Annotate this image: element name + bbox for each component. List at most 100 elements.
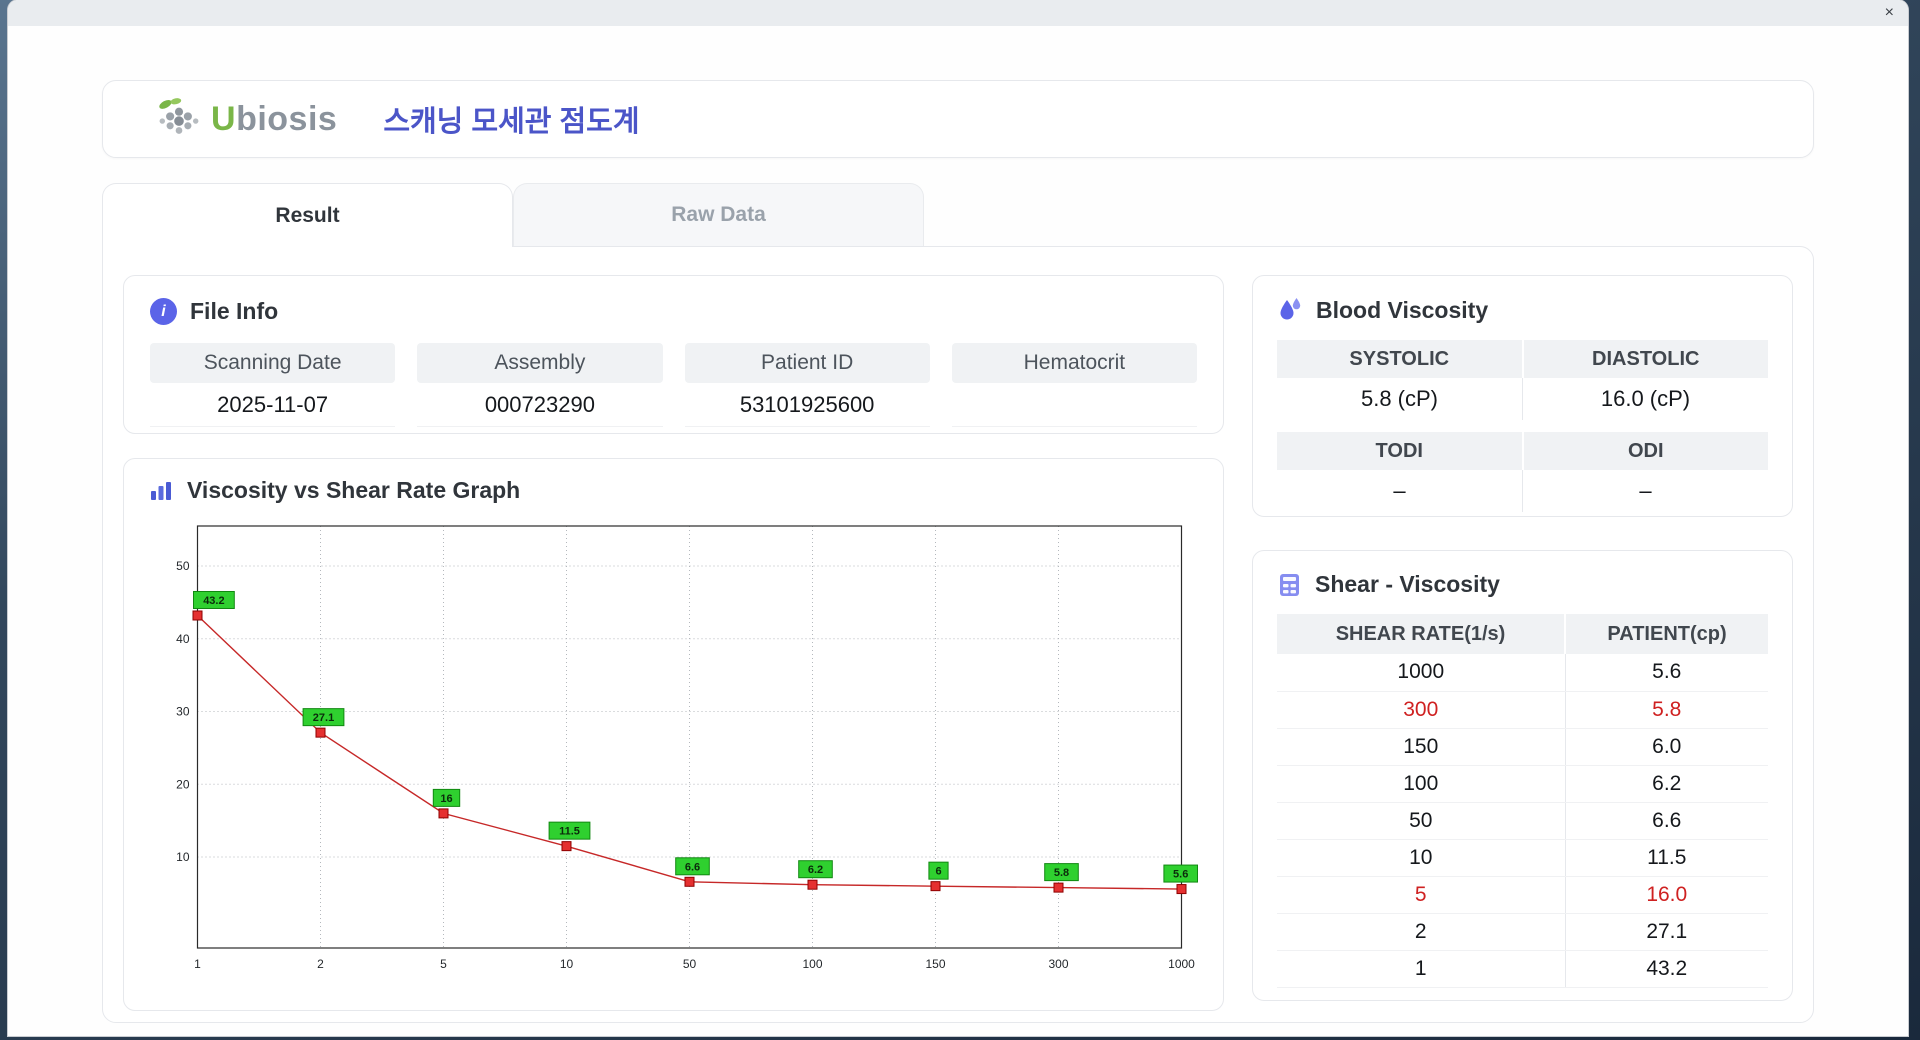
shear-row: 1 43.2 <box>1277 950 1768 988</box>
svg-text:30: 30 <box>176 705 190 719</box>
tab-result[interactable]: Result <box>102 183 513 247</box>
patient-viscosity-cell: 6.0 <box>1564 728 1768 766</box>
viscosity-shear-chart: 10 20 30 40 50 1 2 5 10 50 100 150 300 1000 43.2 27.1 16… <box>176 525 1199 971</box>
field-label: Patient ID <box>684 343 930 383</box>
table-grid-icon <box>1280 573 1299 596</box>
patient-viscosity-cell: 6.6 <box>1564 802 1768 840</box>
shear-rate-cell: 100 <box>1277 765 1566 803</box>
shear-row: 300 5.8 <box>1277 691 1768 729</box>
ubiosis-logo-icon <box>159 98 199 134</box>
field-label: Hematocrit <box>951 343 1197 383</box>
svg-text:5.8: 5.8 <box>1054 867 1069 879</box>
shear-rate-cell: 10 <box>1277 839 1566 877</box>
shear-row: 1000 5.6 <box>1277 654 1768 692</box>
app-title: 스캐닝 모세관 점도계 <box>383 106 640 138</box>
shear-rate-cell: 1 <box>1277 950 1566 988</box>
tab-raw-data[interactable]: Raw Data <box>513 183 924 246</box>
shear-table-header: SHEAR RATE(1/s) PATIENT(cp) <box>1277 614 1768 654</box>
svg-text:6.6: 6.6 <box>685 861 700 873</box>
shear-row: 5 16.0 <box>1277 876 1768 914</box>
bv-header: TODI <box>1277 432 1522 470</box>
shear-rate-cell: 150 <box>1277 728 1566 766</box>
field-label: Scanning Date <box>150 343 396 383</box>
file-info-fields: Scanning Date 2025-11-07 Assembly 000723290… <box>150 343 1197 427</box>
shear-row: 100 6.2 <box>1277 765 1768 803</box>
svg-text:10: 10 <box>176 850 190 864</box>
file-info-title: File Info <box>150 298 1197 325</box>
svg-text:5.6: 5.6 <box>1173 869 1188 881</box>
shear-rate-cell: 2 <box>1277 913 1566 951</box>
blood-viscosity-card: Blood Viscosity SYSTOLIC DIASTOLIC 5.8 (cP… <box>1252 275 1793 517</box>
blood-viscosity-title-text: Blood Viscosity <box>1316 296 1489 323</box>
ubiosis-logo: Ubiosis <box>155 96 337 142</box>
left-column: File Info Scanning Date2025-11-07Assembl… <box>123 275 1224 1014</box>
file-info-field-patient-id: Patient ID 53101925600 <box>684 343 930 427</box>
graph-card: Viscosity vs Shear Rate Graph 10 20 30 40 50… <box>123 458 1224 1011</box>
patient-viscosity-cell: 16.0 <box>1564 876 1768 914</box>
file-info-field-assembly: Assembly 000723290 <box>417 343 663 427</box>
result-panel: File Info Scanning Date2025-11-07Assembl… <box>102 246 1814 1023</box>
file-info-field-scanning-date: Scanning Date 2025-11-07 <box>150 343 396 427</box>
bv-group: SYSTOLIC DIASTOLIC 5.8 (cP) 16.0 (cP) <box>1277 340 1768 420</box>
bv-header: ODI <box>1521 432 1768 470</box>
svg-text:300: 300 <box>1048 957 1068 971</box>
shear-viscosity-title-text: Shear - Viscosity <box>1315 571 1500 597</box>
page-content: Ubiosis 스캐닝 모세관 점도계 Result Raw Data File… <box>8 26 1908 1036</box>
shear-row: 50 6.6 <box>1277 802 1768 840</box>
patient-viscosity-cell: 6.2 <box>1564 765 1768 803</box>
field-value: 2025-11-07 <box>150 383 396 427</box>
info-icon <box>150 298 177 325</box>
shear-row: 2 27.1 <box>1277 913 1768 951</box>
file-info-field-hematocrit: Hematocrit <box>951 343 1197 427</box>
svg-text:10: 10 <box>560 957 574 971</box>
right-column: Blood Viscosity SYSTOLIC DIASTOLIC 5.8 (cP… <box>1252 275 1793 1014</box>
file-info-card: File Info Scanning Date2025-11-07Assembl… <box>123 275 1224 434</box>
svg-text:43.2: 43.2 <box>203 595 224 607</box>
graph-title-text: Viscosity vs Shear Rate Graph <box>187 477 521 503</box>
svg-text:2: 2 <box>317 957 324 971</box>
patient-viscosity-cell: 5.8 <box>1564 691 1768 729</box>
shear-rate-cell: 300 <box>1277 691 1566 729</box>
field-value <box>951 383 1197 427</box>
svg-text:5: 5 <box>440 957 447 971</box>
patient-viscosity-cell: 11.5 <box>1564 839 1768 877</box>
shear-viscosity-table: SHEAR RATE(1/s) PATIENT(cp) 1000 5.6 300 5.8 1… <box>1277 614 1768 988</box>
shear-viscosity-card: Shear - Viscosity SHEAR RATE(1/s) PATIENT… <box>1252 550 1793 1001</box>
patient-viscosity-cell: 43.2 <box>1564 950 1768 988</box>
shear-rate-cell: 1000 <box>1277 654 1566 692</box>
bar-chart-icon <box>151 481 171 500</box>
logo-wordmark: Ubiosis <box>211 99 338 138</box>
blood-viscosity-table: SYSTOLIC DIASTOLIC 5.8 (cP) 16.0 (cP) TODI OD… <box>1277 340 1768 512</box>
svg-text:150: 150 <box>925 957 945 971</box>
svg-text:6: 6 <box>935 866 941 878</box>
field-value: 000723290 <box>417 383 663 427</box>
svg-text:50: 50 <box>683 957 697 971</box>
window-titlebar: × <box>8 0 1908 26</box>
shear-viscosity-title: Shear - Viscosity <box>1277 571 1768 598</box>
field-value: 53101925600 <box>684 383 930 427</box>
shear-row: 10 11.5 <box>1277 839 1768 877</box>
bv-header: SYSTOLIC <box>1277 340 1522 378</box>
svg-text:6.2: 6.2 <box>808 864 823 876</box>
svg-text:20: 20 <box>176 777 190 791</box>
blood-viscosity-title: Blood Viscosity <box>1277 296 1768 324</box>
svg-text:1000: 1000 <box>1168 957 1195 971</box>
bv-value: 5.8 (cP) <box>1360 386 1439 411</box>
shear-column-header: PATIENT(cp) <box>1564 614 1768 654</box>
window-close-icon[interactable]: × <box>1885 5 1894 21</box>
shear-column-header: SHEAR RATE(1/s) <box>1277 614 1566 654</box>
file-info-title-text: File Info <box>190 298 279 324</box>
bv-group: TODI ODI – – <box>1277 432 1768 512</box>
app-header: Ubiosis 스캐닝 모세관 점도계 <box>102 80 1814 158</box>
shear-rate-cell: 50 <box>1277 802 1566 840</box>
bv-value: 16.0 (cP) <box>1522 378 1768 420</box>
svg-text:40: 40 <box>176 632 190 646</box>
bv-header: DIASTOLIC <box>1521 340 1768 378</box>
svg-text:16: 16 <box>440 793 452 805</box>
tab-bar: Result Raw Data <box>102 183 1814 247</box>
bv-value: – <box>1393 478 1406 503</box>
app-window: × Ubiosis 스캐닝 모세관 점도계 Result Raw Data i … <box>8 0 1908 1036</box>
field-label: Assembly <box>417 343 663 383</box>
droplet-icon <box>1280 298 1301 320</box>
svg-text:100: 100 <box>802 957 822 971</box>
